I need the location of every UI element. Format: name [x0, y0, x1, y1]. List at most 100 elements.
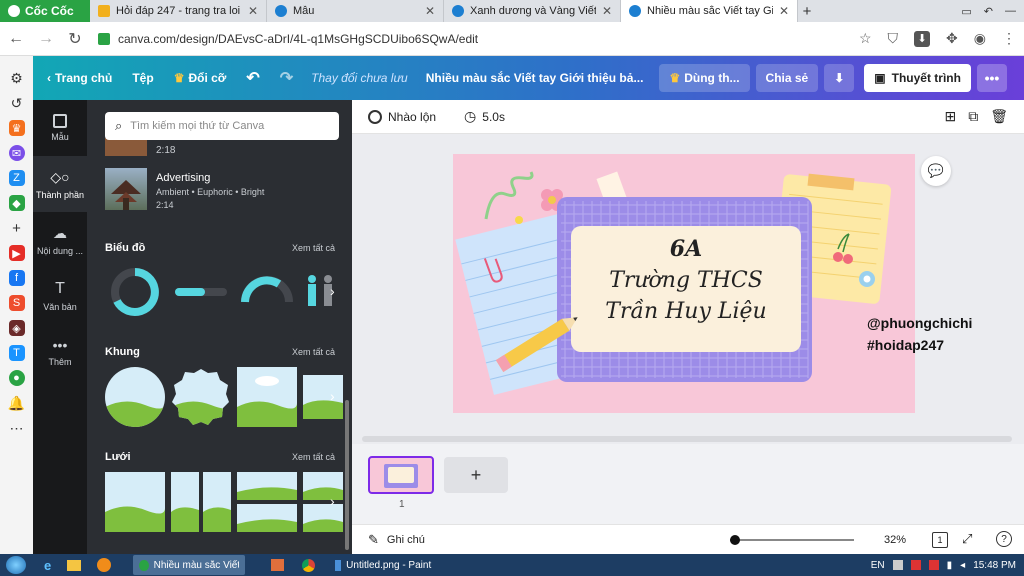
audio-item[interactable]: Advertising Ambient • Euphoric • Bright …	[105, 168, 339, 212]
circle-frame-element[interactable]	[105, 367, 165, 427]
close-tab-icon[interactable]: ✕	[425, 4, 435, 18]
notes-button[interactable]: ✎ Ghi chú	[352, 532, 425, 548]
bookmark-star-icon[interactable]: ☆	[859, 30, 872, 47]
close-tab-icon[interactable]: ✕	[779, 4, 789, 18]
frames-next-arrow-icon[interactable]: ›	[330, 388, 335, 404]
language-indicator[interactable]: EN	[871, 560, 885, 571]
tab-nhieu-mau-sac[interactable]: Nhiều màu sắc Viết tay Giới t ✕	[621, 0, 798, 22]
nav-more[interactable]: ••• Thêm	[33, 324, 87, 380]
volume-icon[interactable]: ◂	[960, 560, 965, 571]
file-menu-button[interactable]: Tệp	[122, 71, 163, 85]
add-page-button[interactable]: +	[444, 457, 508, 493]
signal-icon[interactable]: ▮	[947, 560, 953, 571]
youtube-icon[interactable]: ▶	[8, 245, 25, 261]
download-icon[interactable]: ⬇	[914, 30, 931, 47]
zalo-icon[interactable]: Z	[8, 170, 25, 186]
game-avatar-icon[interactable]: ◈	[8, 320, 25, 336]
explorer-icon[interactable]	[67, 559, 82, 571]
account-icon[interactable]: ◉	[974, 30, 986, 47]
delete-page-icon[interactable]: 🗑	[990, 108, 1008, 125]
paint-app-icon[interactable]	[271, 559, 285, 571]
media-icon[interactable]	[97, 558, 112, 572]
reload-icon[interactable]: ↻	[68, 29, 82, 49]
home-button[interactable]: ‹ Trang chủ	[33, 71, 122, 85]
grid-two-column-element[interactable]	[171, 472, 231, 532]
game-icon[interactable]: ◆	[8, 195, 25, 211]
forward-icon[interactable]: →	[38, 30, 54, 48]
tab-hoidap[interactable]: Hỏi đáp 247 - trang tra loi ✕	[90, 0, 267, 22]
present-button[interactable]: ▣ Thuyết trình	[864, 64, 971, 92]
map-pin-icon[interactable]: ●	[8, 370, 25, 386]
fullscreen-icon[interactable]: ⤢	[962, 531, 972, 547]
resize-button[interactable]: ♛ Đổi cỡ	[164, 71, 237, 85]
start-button-icon[interactable]	[6, 556, 26, 574]
zoom-slider-knob[interactable]	[730, 535, 740, 545]
taskbar-browser-item[interactable]: Nhiều màu sắc Viết t...	[133, 555, 246, 575]
menu-icon[interactable]: ⋮	[1002, 30, 1016, 47]
square-frame-element[interactable]	[237, 367, 297, 427]
shopee-icon[interactable]: S	[8, 295, 25, 311]
undo-button[interactable]: ↶	[236, 68, 269, 88]
page-count-button[interactable]: 1	[932, 532, 948, 548]
grid-partial-element[interactable]	[303, 472, 343, 532]
reader-icon[interactable]: ▭	[961, 5, 971, 18]
url-field[interactable]: canva.com/design/DAEvsC-aDrI/4L-q1MsGHgS…	[98, 32, 843, 46]
close-tab-icon[interactable]: ✕	[248, 4, 258, 18]
people-chart-element[interactable]	[305, 274, 341, 308]
progress-bar-element[interactable]	[175, 286, 227, 298]
download-button[interactable]: ⬇	[824, 64, 855, 92]
gauge-element[interactable]	[241, 274, 293, 304]
search-input[interactable]: ⌕ Tìm kiếm mọi thứ từ Canva	[105, 112, 339, 140]
share-button[interactable]: Chia sẻ	[755, 64, 819, 92]
grid-four-element[interactable]	[237, 472, 297, 532]
ie-icon[interactable]: e	[44, 558, 51, 573]
try-pro-button[interactable]: ♛ Dùng th...	[659, 64, 750, 92]
crown-icon[interactable]: ♛	[8, 120, 25, 136]
zoom-slider[interactable]	[730, 535, 854, 545]
slide-canvas[interactable]: 6A Trường THCS Trần Huy Liệu	[453, 154, 915, 413]
zoom-level[interactable]: 32%	[884, 534, 906, 546]
shuffle-button[interactable]: Nhào lộn	[368, 109, 436, 124]
panel-scrollbar[interactable]	[345, 400, 349, 550]
tiki-icon[interactable]: T	[8, 345, 25, 361]
messenger-icon[interactable]: ✉	[8, 145, 25, 161]
close-tab-icon[interactable]: ✕	[602, 4, 612, 18]
scalloped-frame-element[interactable]	[171, 367, 231, 427]
tray-app-icon[interactable]	[892, 560, 903, 570]
charts-next-arrow-icon[interactable]: ›	[330, 283, 335, 299]
rect-frame-element[interactable]	[303, 375, 343, 419]
redo-button[interactable]: ↷	[270, 68, 303, 88]
tab-xanh-duong[interactable]: Xanh dương và Vàng Viết tay ✕	[444, 0, 621, 22]
document-title[interactable]: Nhiều màu sắc Viết tay Giới thiệu bả...	[416, 71, 654, 85]
nav-elements[interactable]: ◇○ Thành phần	[33, 156, 87, 212]
more-menu-button[interactable]: •••	[976, 64, 1007, 92]
grid-single-element[interactable]	[105, 472, 165, 532]
tray-app-icon[interactable]	[910, 560, 921, 570]
slide-title-text[interactable]: 6A Trường THCS Trần Huy Liệu	[583, 234, 789, 327]
grids-see-all-link[interactable]: Xem tất cả	[292, 452, 335, 462]
back-icon[interactable]: ←	[8, 30, 24, 48]
duplicate-page-icon[interactable]: ⧉	[968, 108, 978, 125]
charts-see-all-link[interactable]: Xem tất cả	[292, 243, 335, 253]
duration-button[interactable]: ◷ 5.0s	[464, 108, 505, 125]
grids-next-arrow-icon[interactable]: ›	[330, 493, 335, 509]
tab-mau[interactable]: Mẫu ✕	[267, 0, 444, 22]
frames-see-all-link[interactable]: Xem tất cả	[292, 347, 335, 357]
chrome-icon[interactable]	[302, 558, 316, 572]
add-page-icon[interactable]: ⊞	[944, 108, 956, 125]
extensions-icon[interactable]: ✥	[946, 30, 958, 47]
page-thumbnail-1[interactable]	[368, 456, 434, 494]
clock[interactable]: 15:48 PM	[973, 560, 1016, 571]
notification-bell-icon[interactable]: 🔔	[8, 395, 25, 411]
shield-icon[interactable]: ⛉	[888, 30, 899, 47]
facebook-icon[interactable]: f	[8, 270, 25, 286]
horizontal-scrollbar[interactable]	[362, 436, 1012, 442]
more-options-icon[interactable]: ⋯	[9, 420, 25, 436]
donut-chart-element[interactable]	[109, 266, 161, 318]
history-icon[interactable]: ↺	[9, 95, 25, 111]
help-icon[interactable]: ?	[996, 531, 1012, 547]
nav-uploads[interactable]: ☁ Nội dung ...	[33, 212, 87, 268]
back-history-icon[interactable]: ↶	[984, 5, 993, 18]
nav-text[interactable]: T Văn bản	[33, 268, 87, 324]
coccoc-menu-button[interactable]: Cốc Cốc	[0, 0, 90, 22]
